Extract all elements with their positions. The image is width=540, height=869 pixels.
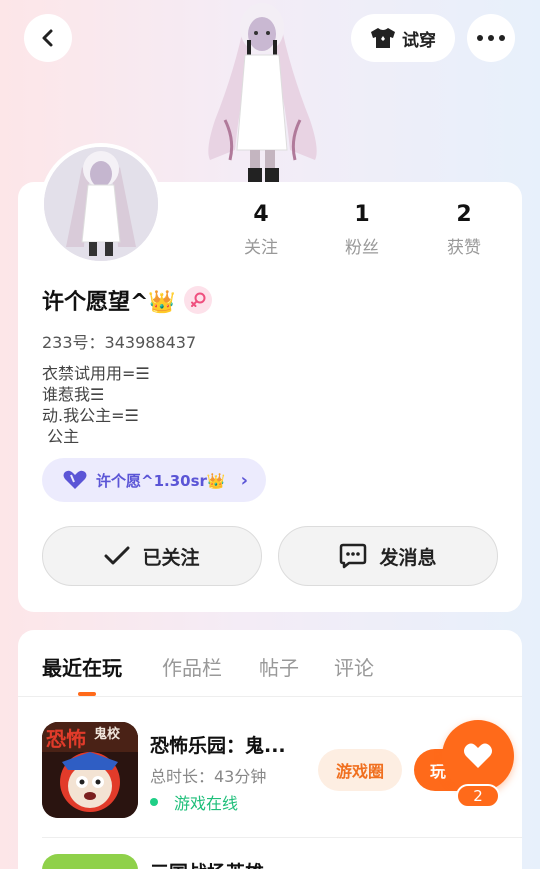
female-icon (183, 286, 212, 314)
next-game-title-clip: 三国战场英雄 (150, 858, 330, 869)
try-on-label: 试穿 (402, 30, 436, 51)
game-title[interactable]: 恐怖乐园：鬼... (150, 731, 286, 758)
stat-likes-value: 2 (456, 202, 472, 227)
bio: 衣禁试用用=☰ 谁惹我☰ 动.我公主=☰ 公主 (42, 363, 150, 447)
followed-button[interactable]: 已关注 (42, 526, 262, 586)
game-circle-button[interactable]: 游戏圈 (318, 749, 402, 791)
user-id: 233号：343988437 (42, 333, 197, 352)
game-duration: 总时长：43分钟 (150, 767, 267, 786)
stat-following-label: 关注 (244, 238, 278, 258)
avatar-image (44, 147, 158, 261)
stat-following[interactable]: 4 关注 (221, 202, 301, 258)
checkmark-icon (104, 546, 130, 565)
tab-works[interactable]: 作品栏 (162, 652, 222, 681)
next-game-title[interactable]: 三国战场英雄 (150, 858, 264, 869)
bio-line: 动.我公主=☰ (42, 406, 139, 425)
shirt-icon (371, 28, 395, 48)
bio-line: 衣禁试用用=☰ (42, 364, 150, 383)
stat-followers[interactable]: 1 粉丝 (322, 202, 402, 258)
tag-label: 许个愿^1.30sr👑 (96, 471, 226, 490)
more-button[interactable] (467, 14, 515, 62)
chevron-left-icon (42, 29, 53, 47)
list-divider (42, 837, 522, 838)
stat-following-value: 4 (253, 202, 269, 227)
followed-label: 已关注 (142, 546, 200, 569)
like-count-badge: 2 (456, 784, 500, 808)
game-cover-art: 恐怖 鬼校 (42, 722, 138, 818)
game-icon-text-2: 鬼校 (94, 726, 121, 742)
tabs-divider (18, 696, 522, 697)
send-message-button[interactable]: 发消息 (278, 526, 498, 586)
more-dots-icon (477, 35, 505, 41)
avatar[interactable] (40, 143, 162, 265)
bio-line: 公主 (42, 427, 80, 446)
tab-posts[interactable]: 帖子 (259, 652, 299, 681)
heart-icon (63, 470, 87, 489)
profile-tag-pill[interactable]: 许个愿^1.30sr👑 › (42, 458, 266, 502)
send-message-label: 发消息 (379, 546, 437, 569)
game-icon-text: 恐怖 (46, 727, 86, 751)
username-row: 许个愿望^👑 (42, 284, 212, 316)
stat-likes[interactable]: 2 获赞 (424, 202, 504, 258)
chat-bubble-icon (340, 543, 367, 569)
game-online-label: 游戏在线 (174, 794, 239, 813)
game-online-status: 游戏在线 (150, 790, 238, 814)
chevron-right-icon: › (240, 469, 248, 491)
stat-followers-value: 1 (354, 202, 370, 227)
tab-comments[interactable]: 评论 (334, 652, 374, 681)
tab-recent-played[interactable]: 最近在玩 (42, 652, 122, 681)
game-icon[interactable]: 恐怖 鬼校 (42, 722, 138, 818)
stat-likes-label: 获赞 (447, 238, 481, 258)
bio-line: 谁惹我☰ (42, 385, 105, 404)
stat-followers-label: 粉丝 (345, 238, 379, 258)
username: 许个愿望^👑 (42, 290, 176, 315)
next-game-icon[interactable] (42, 854, 138, 869)
online-dot-icon (150, 798, 158, 806)
try-on-button[interactable]: 试穿 (351, 14, 455, 62)
banner-avatar-figure (208, 3, 317, 182)
back-button[interactable] (24, 14, 72, 62)
like-button[interactable] (442, 720, 514, 792)
heart-icon (464, 743, 492, 768)
